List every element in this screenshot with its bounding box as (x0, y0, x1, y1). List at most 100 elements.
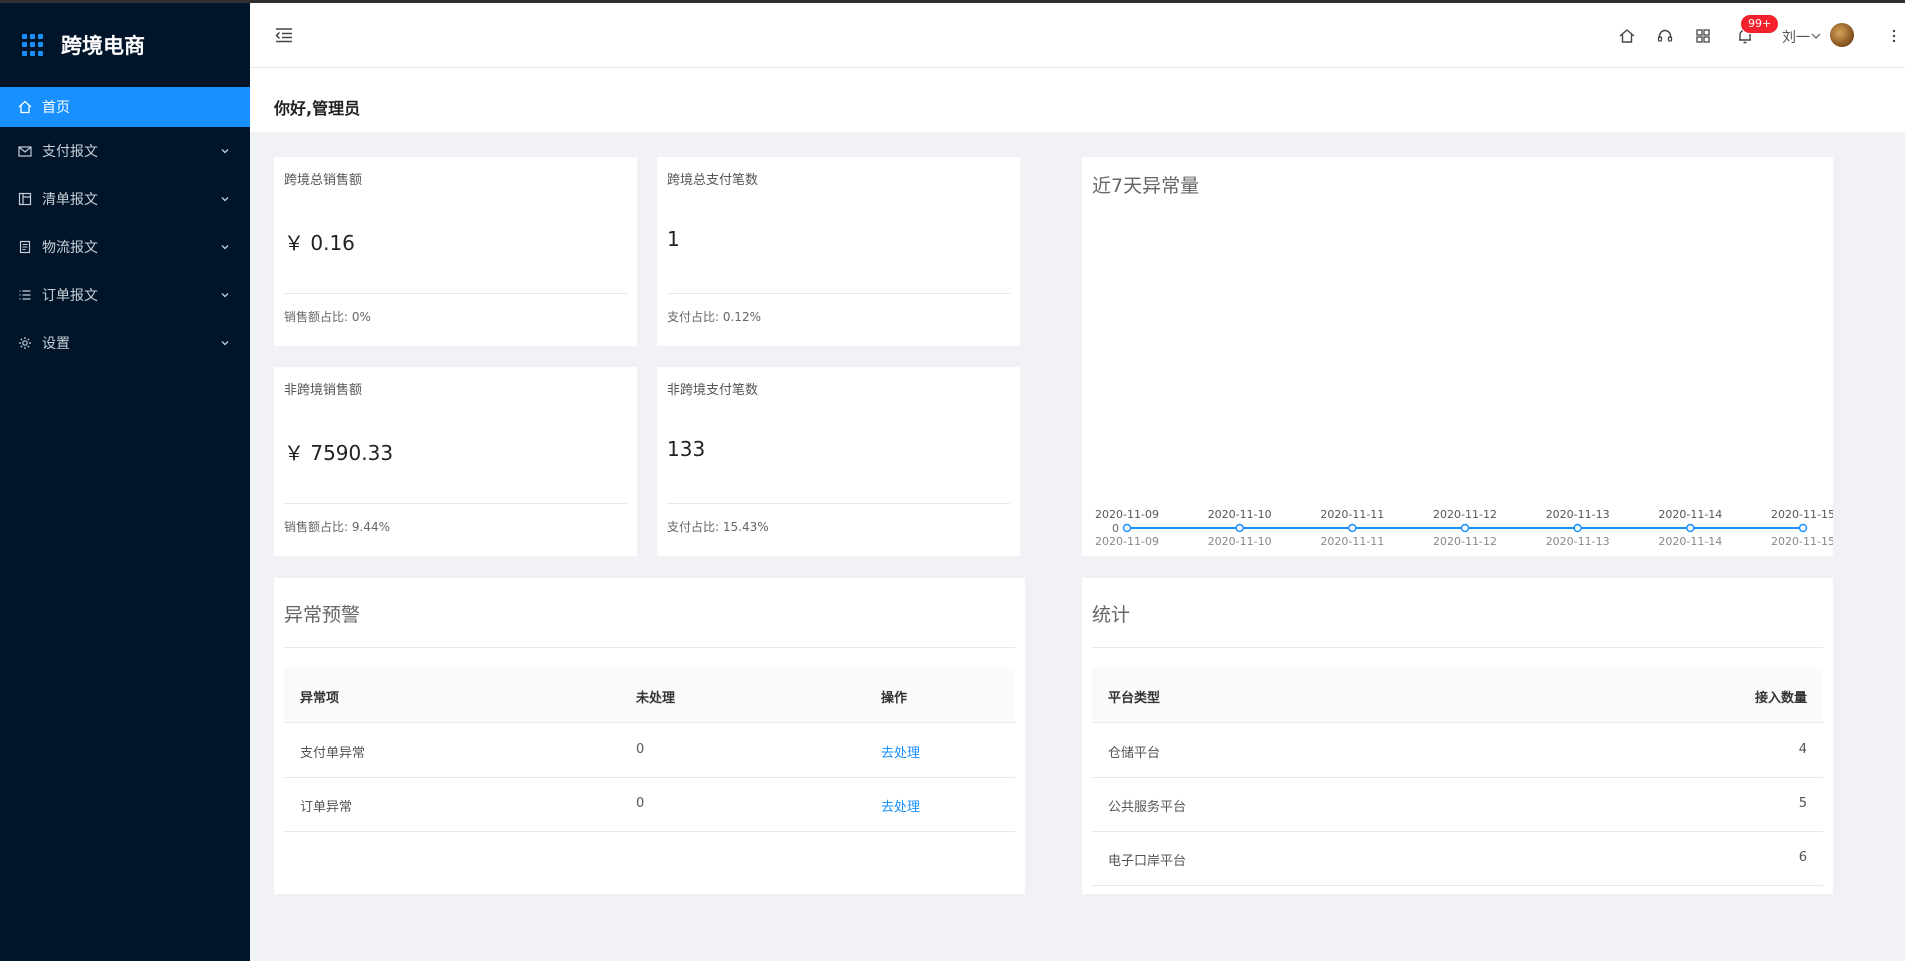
sidebar-item-list-messages[interactable]: 清单报文 (0, 175, 250, 223)
divider (667, 293, 1010, 294)
data-label: 2020-11-15 (1771, 508, 1833, 521)
sidebar-item-label: 订单报文 (42, 288, 98, 304)
process-link[interactable]: 去处理 (881, 796, 920, 815)
anomaly-chart-card: 近7天异常量 0 2020-11-09 2020-11-09 2020-11-10 20… (1082, 157, 1833, 556)
data-label: 2020-11-10 (1208, 508, 1272, 521)
data-point (1460, 523, 1470, 533)
greeting-text: 你好,管理员 (274, 99, 361, 118)
app-title: 跨境电商 (61, 34, 145, 58)
column-header: 接入数量 (1754, 691, 1807, 706)
stat-card-domestic-sales: 非跨境销售额 ￥ 7590.33 销售额占比: 9.44% (274, 367, 637, 556)
list-icon (18, 288, 32, 302)
stat-label: 跨境总销售额 (284, 173, 363, 188)
cell-platform-type: 电子口岸平台 (1108, 854, 1187, 869)
data-point (1573, 523, 1582, 533)
table-row: 仓储平台 4 (1092, 723, 1823, 778)
table-row: 订单异常 0 去处理 (284, 777, 1015, 832)
stat-footer: 销售额占比: 0% (284, 310, 371, 324)
data-label: 2020-11-09 (1095, 508, 1159, 521)
notification-badge: 99+ (1740, 14, 1780, 34)
layout-icon (18, 192, 32, 206)
sidebar-item-label: 物流报文 (42, 240, 98, 256)
statistics-panel: 统计 平台类型 接入数量 仓储平台 4 公共服务平台 5 电子口岸平台 6 (1082, 578, 1833, 894)
apps-icon[interactable] (1694, 27, 1712, 45)
x-tick-label: 2020-11-15 (1771, 535, 1833, 548)
chevron-down-icon (221, 245, 229, 250)
stat-card-domestic-payments: 非跨境支付笔数 133 支付占比: 15.43% (657, 367, 1020, 556)
column-header: 操作 (881, 691, 908, 706)
sidebar-item-home[interactable]: 首页 (0, 87, 250, 127)
chevron-down-icon (221, 197, 229, 202)
table-row: 电子口岸平台 6 (1092, 831, 1823, 886)
home-icon[interactable] (1618, 27, 1636, 45)
mail-icon (18, 144, 32, 158)
column-header: 异常项 (300, 691, 340, 706)
x-tick-label: 2020-11-14 (1658, 535, 1722, 548)
sidebar: 跨境电商 首页 支付报文 清单报文 物流报文 订单报文 设置 (0, 3, 250, 961)
stat-value: 133 (667, 437, 706, 461)
sidebar-item-label: 首页 (42, 100, 70, 116)
sidebar-item-order-messages[interactable]: 订单报文 (0, 271, 250, 319)
table-row: 公共服务平台 5 (1092, 777, 1823, 832)
x-tick-label: 2020-11-10 (1208, 535, 1272, 548)
file-icon (18, 240, 32, 254)
sidebar-item-settings[interactable]: 设置 (0, 319, 250, 367)
sidebar-item-label: 设置 (42, 336, 70, 352)
top-header: 99+ 刘一 (250, 3, 1905, 68)
chevron-down-icon (221, 149, 229, 154)
stat-value: ￥ 7590.33 (284, 441, 394, 465)
greeting-bar: 你好,管理员 (250, 68, 1905, 132)
stat-label: 非跨境支付笔数 (667, 383, 759, 398)
cell-pending: 0 (636, 742, 645, 757)
cell-platform-type: 公共服务平台 (1108, 800, 1187, 815)
column-header: 未处理 (636, 691, 676, 706)
x-tick-label: 2020-11-11 (1320, 535, 1384, 548)
cell-platform-type: 仓储平台 (1108, 746, 1161, 761)
sidebar-menu: 首页 支付报文 清单报文 物流报文 订单报文 设置 (0, 87, 250, 367)
gear-icon (18, 336, 32, 350)
table-header: 平台类型 接入数量 (1092, 668, 1823, 723)
cell-pending: 0 (636, 796, 645, 811)
sidebar-item-payment-messages[interactable]: 支付报文 (0, 127, 250, 175)
stat-footer: 支付占比: 15.43% (667, 520, 769, 534)
cell-count: 6 (1798, 850, 1807, 865)
data-point (1235, 523, 1244, 533)
cell-count: 4 (1798, 742, 1807, 757)
home-icon (18, 100, 32, 114)
x-tick-label: 2020-11-09 (1095, 535, 1159, 548)
data-point (1686, 523, 1695, 533)
sidebar-item-label: 支付报文 (42, 144, 98, 160)
more-vertical-icon[interactable] (1892, 27, 1896, 45)
chevron-down-icon (221, 341, 229, 346)
divider (284, 503, 627, 504)
headset-icon[interactable] (1656, 27, 1674, 45)
data-point (1122, 523, 1132, 533)
table-row: 支付单异常 0 去处理 (284, 723, 1015, 778)
menu-fold-icon[interactable] (274, 25, 294, 45)
avatar[interactable] (1830, 23, 1854, 47)
process-link[interactable]: 去处理 (881, 742, 920, 761)
table-header: 异常项 未处理 操作 (284, 668, 1015, 723)
stat-footer: 销售额占比: 9.44% (284, 520, 390, 534)
divider (284, 293, 627, 294)
data-label: 2020-11-14 (1658, 508, 1722, 521)
data-label: 2020-11-11 (1320, 508, 1384, 521)
sidebar-item-label: 清单报文 (42, 192, 98, 208)
panel-title: 异常预警 (284, 604, 361, 626)
divider (1092, 647, 1823, 648)
stat-card-cross-border-sales: 跨境总销售额 ￥ 0.16 销售额占比: 0% (274, 157, 637, 346)
chevron-down-icon[interactable] (1811, 32, 1821, 40)
column-header: 平台类型 (1108, 691, 1161, 706)
grid-logo-icon (22, 34, 44, 56)
cell-item: 订单异常 (300, 800, 353, 815)
cell-item: 支付单异常 (300, 746, 366, 761)
brand[interactable]: 跨境电商 (0, 3, 250, 87)
data-label: 2020-11-12 (1433, 508, 1497, 521)
sidebar-item-logistics-messages[interactable]: 物流报文 (0, 223, 250, 271)
anomaly-line-chart: 02020-11-09 2020-11-09 2020-11-10 2020-11-1… (1095, 508, 1833, 548)
alerts-panel: 异常预警 异常项 未处理 操作 支付单异常 0 去处理 订单异常 0 去处理 (274, 578, 1025, 894)
panel-title: 统计 (1092, 604, 1131, 626)
user-name[interactable]: 刘一 (1782, 27, 1810, 47)
divider (667, 503, 1010, 504)
x-tick-label: 2020-11-12 (1433, 535, 1497, 548)
